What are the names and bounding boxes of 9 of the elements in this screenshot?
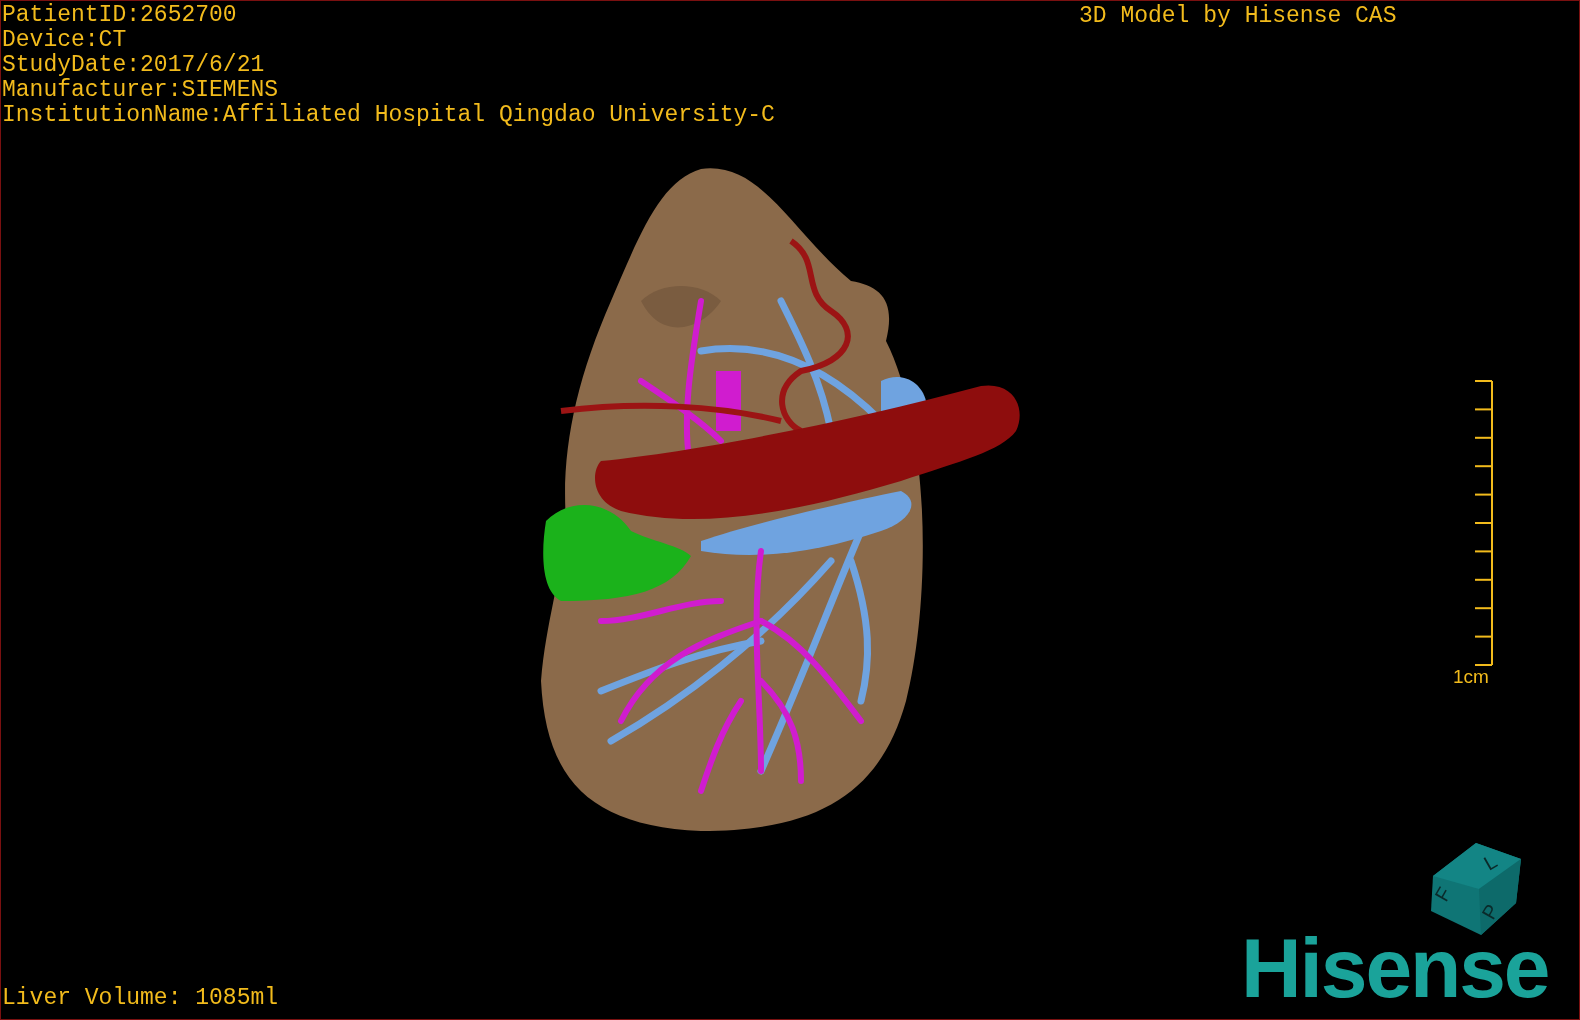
info-line: StudyDate:2017/6/21: [2, 53, 266, 78]
info-line: InstitutionName:Affiliated Hospital Qingdao University-C: [2, 103, 775, 128]
info-line: Manufacturer:SIEMENS: [2, 78, 280, 103]
model-credit: 3D Model by Hisense CAS: [1079, 4, 1397, 29]
scale-label: 1cm: [1453, 667, 1489, 686]
liver-volume: Liver Volume: 1085ml: [2, 986, 279, 1011]
brand-logo: Hisense: [1241, 926, 1549, 1010]
info-line: Device:CT: [2, 28, 128, 53]
info-line: PatientID:2652700: [2, 3, 238, 28]
